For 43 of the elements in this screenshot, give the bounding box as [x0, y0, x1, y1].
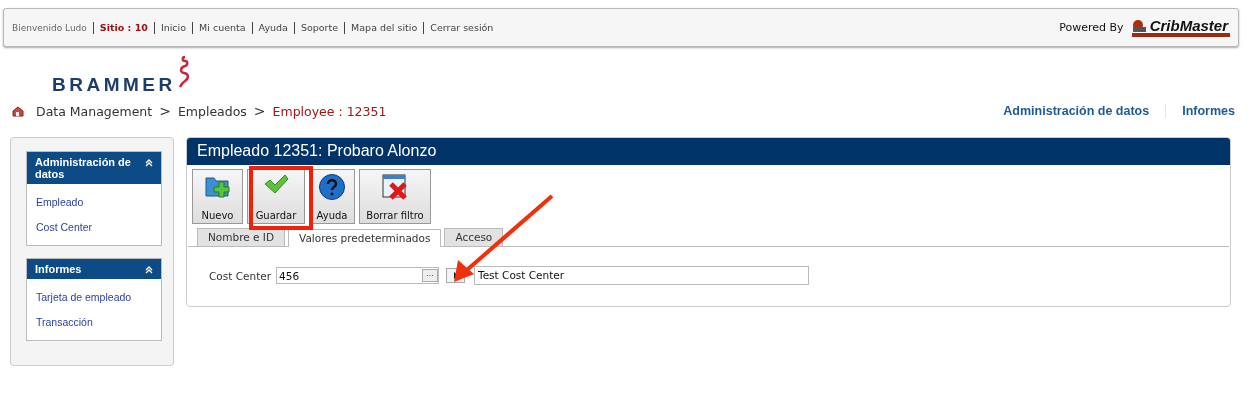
- top-link[interactable]: Inicio: [160, 22, 187, 33]
- sidebar-link[interactable]: Cost Center: [27, 214, 161, 239]
- double-chevron-icon[interactable]: [145, 159, 153, 167]
- tab[interactable]: Valores predeterminados: [288, 229, 442, 247]
- tab[interactable]: Acceso: [444, 228, 504, 246]
- top-link[interactable]: Ayuda: [258, 22, 288, 33]
- tab[interactable]: Nombre e ID: [197, 228, 286, 246]
- checkmark-icon: [263, 173, 289, 195]
- section-header[interactable]: Administración de datos: [27, 152, 161, 184]
- double-chevron-icon[interactable]: [145, 266, 153, 274]
- panel-title: Empleado 12351: Probaro Alonzo: [187, 138, 1230, 165]
- brand-logo: BRAMMER: [52, 75, 176, 95]
- house-icon[interactable]: [12, 105, 24, 117]
- welcome-text: Bienvenido Ludo: [12, 22, 87, 33]
- nav-link[interactable]: Administración de datos: [1003, 104, 1150, 118]
- breadcrumb-item: Employee : 12351: [272, 103, 387, 119]
- breadcrumb-item[interactable]: Empleados: [177, 103, 247, 119]
- sidebar-link[interactable]: Empleado: [27, 189, 161, 214]
- section-title: Informes: [35, 263, 83, 275]
- toolbar-button[interactable]: Borrar filtro: [359, 169, 431, 224]
- breadcrumb-item[interactable]: Data Management: [36, 103, 153, 119]
- section-title: Administración de datos: [35, 156, 132, 180]
- sidebar-link[interactable]: Transacción: [27, 309, 161, 334]
- nav-link[interactable]: Informes: [1182, 104, 1235, 118]
- powered-by-text: Powered By: [1059, 21, 1124, 34]
- description-field: Test Cost Center: [474, 266, 810, 285]
- field-label: Cost Center: [209, 269, 272, 282]
- top-link[interactable]: Mapa del sitio: [351, 22, 418, 33]
- top-link[interactable]: Cerrar sesión: [430, 22, 494, 33]
- top-link[interactable]: Mi cuenta: [199, 22, 246, 33]
- site-label: Sitio : 10: [99, 22, 148, 33]
- section-header[interactable]: Informes: [27, 259, 161, 279]
- help-icon: [318, 173, 346, 201]
- top-link[interactable]: Soporte: [300, 22, 339, 33]
- sidebar-link[interactable]: Tarjeta de empleado: [27, 284, 161, 309]
- toolbar-button[interactable]: Guardar: [247, 169, 305, 224]
- cribmaster-logo: CribMaster: [1131, 18, 1230, 37]
- breadcrumb-separator: >: [159, 103, 171, 119]
- table-x-icon: [381, 173, 409, 201]
- toolbar-button[interactable]: Nuevo: [192, 169, 243, 224]
- browse-button[interactable]: ···: [422, 269, 439, 282]
- breadcrumb-separator: >: [253, 103, 266, 119]
- highlight-box: [249, 166, 313, 230]
